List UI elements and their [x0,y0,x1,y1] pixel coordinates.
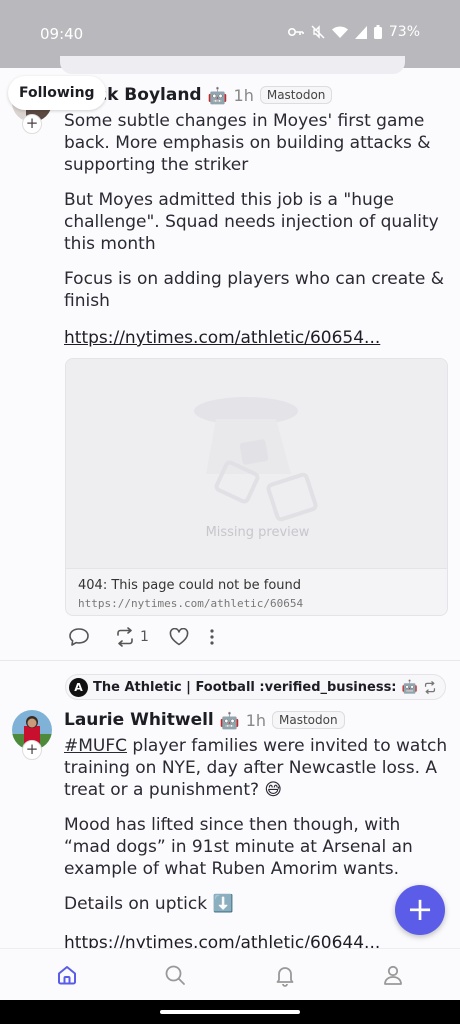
boosted-icon [424,680,435,694]
post2-author-name[interactable]: Laurie Whitwell [64,710,214,730]
favourite-button[interactable] [169,628,189,646]
post2-time: 1h [245,710,267,730]
compose-button[interactable]: + [395,885,445,935]
post1-paragraph: But Moyes admitted this job is a "huge c… [64,190,439,254]
post2-follow-plus-icon[interactable]: + [22,740,42,760]
reply-button[interactable] [68,627,90,647]
nav-notifications[interactable] [273,963,297,987]
post2-body: #MUFC player families were invited to wa… [64,735,452,928]
battery-level: 73% [388,24,420,40]
reply-icon [69,628,89,646]
boost-button[interactable]: 1 [114,627,149,647]
missing-preview-image: Missing preview [66,359,447,568]
signal-icon [354,25,367,39]
post1-link[interactable]: https://nytimes.com/athletic/60654... [64,328,380,348]
post1-link-preview-card[interactable]: Missing preview 404: This page could not… [65,358,448,616]
more-options-button[interactable] [209,628,215,646]
preview-url: https://nytimes.com/athletic/60654 [78,597,304,610]
post2-instance-badge: Mastodon [272,711,345,729]
post2-paragraph: Details on uptick ⬇️ [64,894,234,914]
bottom-navigation [0,948,460,1000]
post1-actions: 1 [68,626,215,648]
boosted-by-pill[interactable]: A The Athletic | Football :verified_busi… [65,674,446,700]
hashtag-link[interactable]: #MUFC [64,736,127,756]
missing-preview-label: Missing preview [205,525,310,540]
heart-icon [169,628,189,646]
more-vertical-icon [210,629,214,645]
nav-search[interactable] [163,963,187,987]
post2-paragraph: #MUFC player families were invited to wa… [64,735,452,801]
post1-header: ck Boyland 🤖 1h Mastodon [97,83,333,107]
the-athletic-logo: A [69,677,88,697]
post2-paragraph: Mood has lifted since then though, with … [64,815,413,879]
post1-follow-plus-icon[interactable]: + [22,114,42,134]
status-icons: 73% [287,24,420,40]
battery-icon [373,25,382,39]
preview-title: 404: This page could not be found [78,578,302,593]
gesture-handle[interactable] [160,1010,300,1014]
nav-profile[interactable] [381,963,405,987]
post1-instance-badge: Mastodon [259,86,333,104]
bot-icon: 🤖 [219,710,240,730]
bot-icon: 🤖 [401,679,418,695]
bot-icon: 🤖 [207,85,228,105]
home-icon [58,966,76,985]
notifications-icon [276,967,294,987]
status-time: 09:40 [40,25,84,43]
vpn-key-icon [287,28,304,36]
post1-paragraph: Focus is on adding players who can creat… [64,269,444,311]
boost-count: 1 [140,629,149,645]
mute-icon [311,25,325,39]
search-icon [165,965,185,985]
post1-time: 1h [233,85,254,105]
nav-home[interactable] [55,963,79,987]
preview-meta: 404: This page could not be found https:… [66,568,447,615]
post1-author-name[interactable]: ck Boyland [97,85,202,105]
post-divider [0,660,460,661]
boost-icon [117,627,133,647]
post1-body: Some subtle changes in Moyes' first game… [64,110,452,325]
previous-item-edge [60,56,405,74]
post2-header: Laurie Whitwell 🤖 1h Mastodon [64,708,345,732]
profile-icon [384,965,402,985]
boosted-by-name: The Athletic | Football :verified_busine… [93,679,397,695]
wifi-icon [331,26,348,38]
post1-paragraph: Some subtle changes in Moyes' first game… [64,111,431,175]
feed-filter-following[interactable]: Following [8,76,106,110]
gesture-bar [0,1000,460,1024]
